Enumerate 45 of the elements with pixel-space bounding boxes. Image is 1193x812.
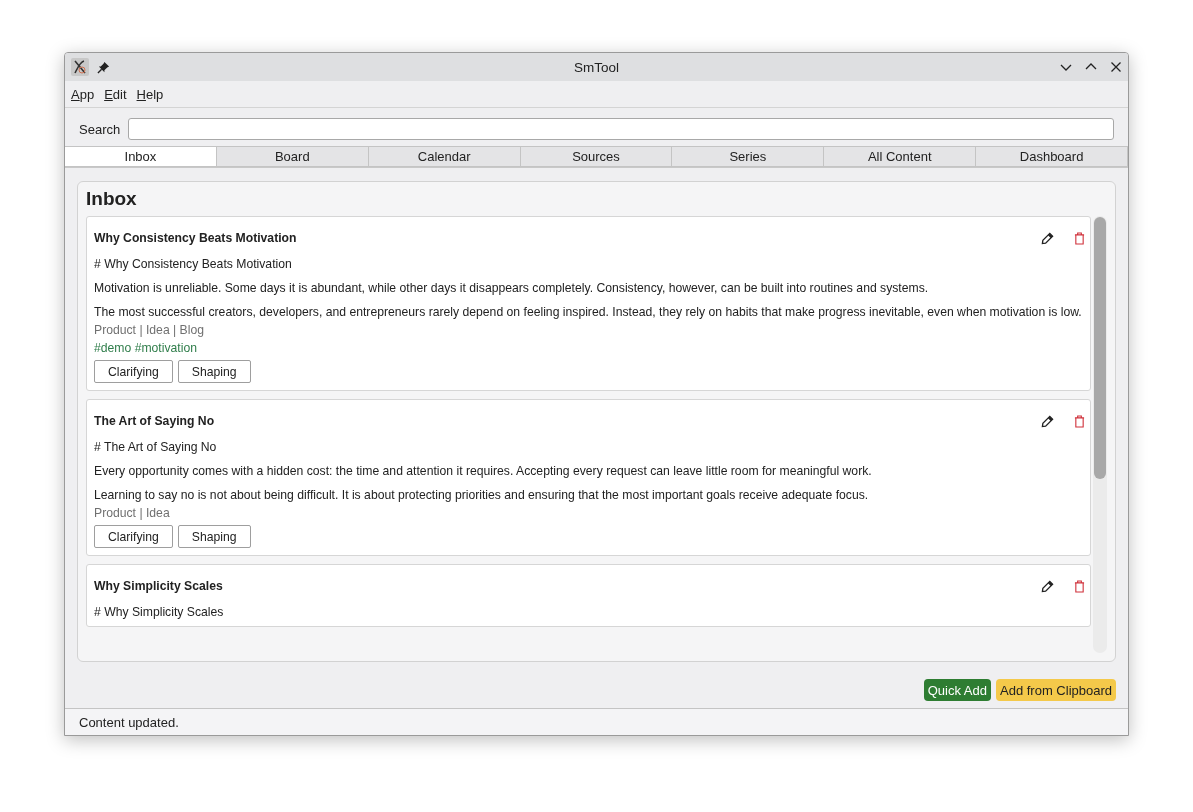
card-paragraph: Every opportunity comes with a hidden cost: the time and attention it requires. Accepting every request can leave little room for meaningful work. [94, 464, 873, 478]
search-label: Search [79, 121, 121, 137]
card-heading: # Why Consistency Beats Motivation [94, 257, 293, 271]
pencil-icon[interactable] [1041, 579, 1054, 593]
trash-icon[interactable] [1074, 579, 1085, 593]
close-icon[interactable] [1110, 61, 1122, 73]
card-title: Why Simplicity Scales [94, 579, 224, 593]
tag-list: #demo #motivation [94, 341, 1083, 355]
tab[interactable]: Inbox [65, 146, 217, 167]
stage-button[interactable]: Clarifying [94, 360, 173, 383]
card-heading: # Why Simplicity Scales [94, 605, 225, 619]
scrollbar[interactable] [1093, 216, 1107, 653]
panel-title: Inbox [86, 188, 138, 210]
tab[interactable]: Board [216, 146, 369, 167]
stage-button[interactable]: Shaping [177, 525, 251, 548]
card-heading: # The Art of Saying No [94, 440, 218, 454]
stage-button[interactable]: Shaping [177, 360, 251, 383]
card-title: Why Consistency Beats Motivation [94, 231, 298, 245]
card-paragraph: The most successful creators, developers, and entrepreneurs rarely depend on feeling inspired. Instead, they rely on habits that make progress inevitable, even when motivation is low. [94, 305, 1083, 319]
tab[interactable]: Sources [520, 146, 673, 167]
app-icon [71, 58, 89, 76]
status-text: Content updated. [79, 714, 179, 730]
card-title: The Art of Saying No [94, 414, 216, 428]
trash-icon[interactable] [1074, 231, 1085, 245]
trash-icon[interactable] [1074, 414, 1085, 428]
action-button[interactable]: Add from Clipboard [996, 679, 1116, 701]
stage-button[interactable]: Clarifying [94, 525, 173, 548]
category-list: Product | Idea | Blog [94, 323, 1083, 337]
search-field[interactable] [128, 118, 1114, 140]
tab[interactable]: Series [672, 146, 825, 167]
card-paragraph: Motivation is unreliable. Some days it is abundant, while other days it disappears completely. Consistency, however, can be built into routines and systems. [94, 281, 930, 295]
menu-item[interactable]: App [71, 86, 95, 102]
tab[interactable]: Calendar [368, 146, 521, 167]
tab[interactable]: Dashboard [976, 146, 1128, 167]
menu-item[interactable]: Help [136, 86, 164, 102]
window-title: SmTool [574, 59, 619, 75]
tab[interactable]: All Content [824, 146, 977, 167]
pencil-icon[interactable] [1041, 231, 1054, 245]
category-list: Product | Idea [94, 506, 1083, 520]
scrollbar-thumb[interactable] [1094, 217, 1106, 479]
card-paragraph: Learning to say no is not about being difficult. It is about protecting priorities and ensuring that the most important goals receive adequate focus. [94, 488, 870, 502]
pencil-icon[interactable] [1041, 414, 1054, 428]
action-button[interactable]: Quick Add [923, 679, 991, 701]
menu-item[interactable]: Edit [104, 86, 127, 102]
pin-icon[interactable] [97, 60, 110, 74]
